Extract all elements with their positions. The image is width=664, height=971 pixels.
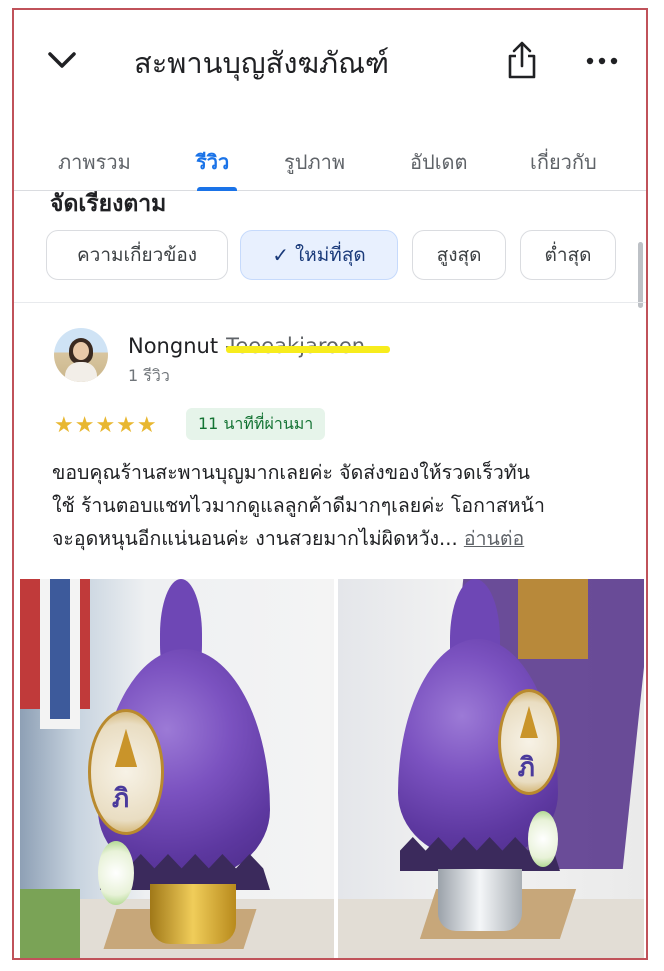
share-icon[interactable] — [504, 40, 540, 80]
scrollbar[interactable] — [638, 242, 643, 308]
header: สะพานบุญสังฆภัณฑ์ — [14, 10, 646, 110]
star-rating: ★★★★★ — [54, 413, 158, 438]
redaction-highlight — [226, 346, 390, 353]
app-frame: สะพานบุญสังฆภัณฑ์ ภาพรวม รีวิว รูปภาพ อั… — [12, 8, 648, 960]
review-photo-2[interactable]: ภิ — [338, 579, 644, 958]
tab-bar: ภาพรวม รีวิว รูปภาพ อัปเดต เกี่ยวกับ — [14, 132, 646, 191]
time-ago-badge: 11 นาทีที่ผ่านมา — [186, 408, 326, 440]
emblem-mark: ภิ — [517, 753, 535, 783]
chevron-down-icon[interactable] — [44, 42, 80, 78]
chip-label: ความเกี่ยวข้อง — [76, 244, 198, 266]
check-icon: ✓ — [272, 243, 289, 267]
chip-relevance[interactable]: ความเกี่ยวข้อง — [46, 230, 228, 280]
tab-overview[interactable]: ภาพรวม — [58, 146, 131, 178]
tab-photos[interactable]: รูปภาพ — [284, 146, 345, 178]
tab-reviews[interactable]: รีวิว — [196, 146, 229, 178]
emblem-mark: ภิ — [112, 784, 130, 814]
review-line: ขอบคุณร้านสะพานบุญมากเลยค่ะ จัดส่งของให้… — [52, 461, 530, 484]
tab-updates[interactable]: อัปเดต — [410, 146, 468, 178]
tab-about[interactable]: เกี่ยวกับ — [530, 146, 597, 178]
sort-label: จัดเรียงตาม — [50, 191, 167, 217]
review-text: ขอบคุณร้านสะพานบุญมากเลยค่ะ จัดส่งของให้… — [52, 456, 632, 555]
chip-label: ใหม่ที่สุด — [294, 244, 366, 266]
reviewer-review-count: 1 รีวิว — [128, 366, 170, 385]
divider — [14, 302, 646, 303]
active-tab-indicator — [197, 187, 237, 191]
read-more-link[interactable]: อ่านต่อ — [464, 527, 524, 550]
more-horizontal-icon[interactable] — [582, 46, 622, 76]
review-line: ใช้ ร้านตอบแชทไวมากดูแลลูกค้าดีมากๆเลยค่… — [52, 494, 545, 517]
avatar[interactable] — [54, 328, 108, 382]
chip-lowest[interactable]: ต่ำสุด — [520, 230, 616, 280]
reviewer-first-name: Nongnut — [128, 334, 219, 358]
review-photo-1[interactable]: ภิ — [20, 579, 334, 958]
chip-newest[interactable]: ✓ ใหม่ที่สุด — [240, 230, 398, 280]
review-line-last: จะอุดหนุนอีกแน่นอนค่ะ งานสวยมากไม่ผิดหวั… — [52, 527, 525, 550]
chip-label: ต่ำสุด — [544, 244, 592, 266]
chip-highest[interactable]: สูงสุด — [412, 230, 506, 280]
place-title: สะพานบุญสังฆภัณฑ์ — [134, 46, 390, 80]
chip-label: สูงสุด — [436, 244, 482, 266]
